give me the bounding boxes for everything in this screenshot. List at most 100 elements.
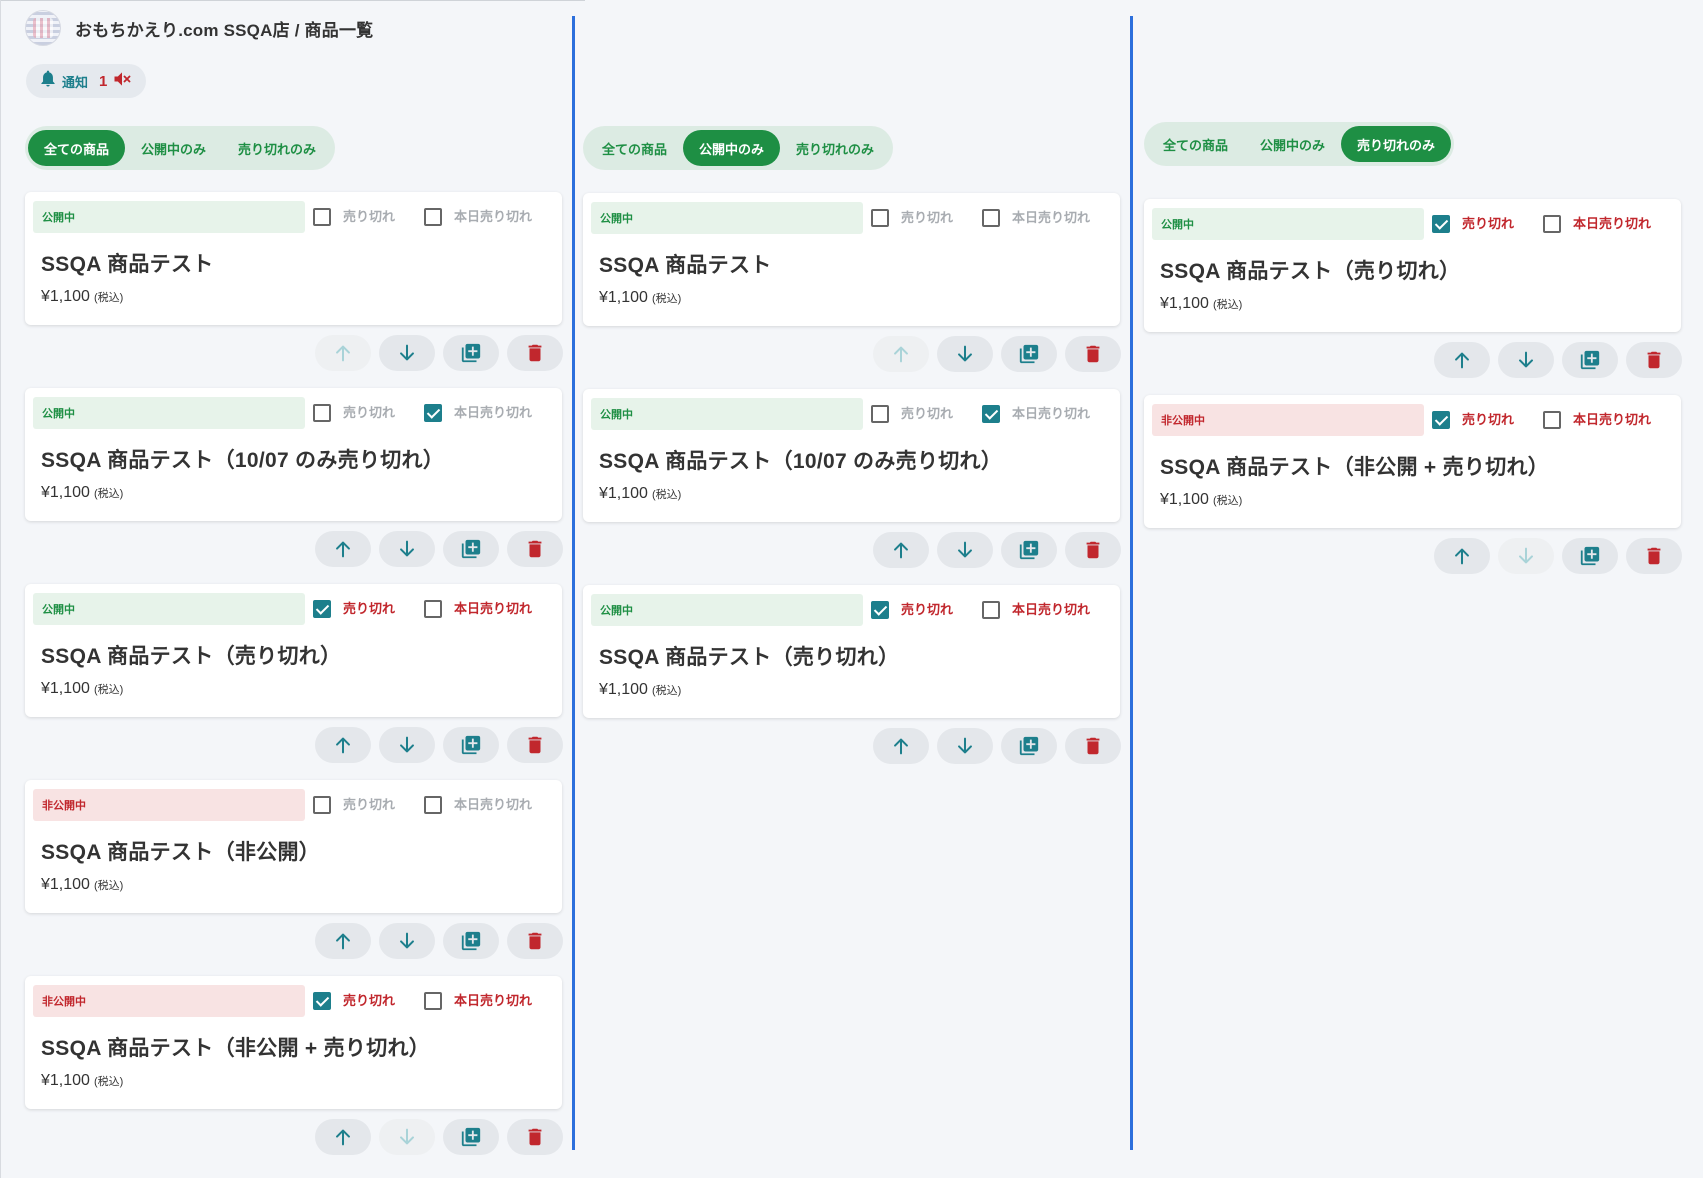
sold-out-checkbox[interactable] [313, 992, 331, 1010]
sold-out-label[interactable]: 売り切れ [901, 209, 953, 227]
sold-out-label[interactable]: 売り切れ [343, 208, 395, 226]
filter-tab-public[interactable]: 公開中のみ [683, 130, 781, 166]
move-down-button[interactable] [379, 727, 435, 763]
sold-out-label[interactable]: 売り切れ [1462, 411, 1514, 429]
duplicate-button[interactable] [1562, 538, 1618, 574]
delete-button[interactable] [1065, 336, 1121, 372]
today-sold-out-label[interactable]: 本日売り切れ [454, 404, 532, 422]
notification-button[interactable]: 通知 1 [26, 64, 147, 98]
today-sold-out-label[interactable]: 本日売り切れ [1012, 209, 1090, 227]
arrow-down-icon [1515, 349, 1537, 371]
delete-button[interactable] [507, 923, 563, 959]
duplicate-button[interactable] [1001, 532, 1057, 568]
filter-tab-soldout[interactable]: 売り切れのみ [780, 130, 890, 166]
price-value: ¥1,100 [41, 680, 90, 697]
product-name: SSQA 商品テスト [41, 253, 214, 276]
move-down-button[interactable] [379, 335, 435, 371]
move-down-button[interactable] [379, 923, 435, 959]
move-down-button[interactable] [937, 532, 993, 568]
today-sold-out-label[interactable]: 本日売り切れ [1573, 215, 1651, 233]
delete-button[interactable] [1065, 728, 1121, 764]
sold-out-label[interactable]: 売り切れ [343, 992, 395, 1010]
sold-out-label[interactable]: 売り切れ [343, 796, 395, 814]
sold-out-checkbox[interactable] [313, 796, 331, 814]
today-sold-out-checkbox[interactable] [982, 601, 1000, 619]
arrow-down-icon [396, 538, 418, 560]
move-up-button[interactable] [315, 727, 371, 763]
today-sold-out-label[interactable]: 本日売り切れ [1573, 411, 1651, 429]
today-sold-out-checkbox[interactable] [424, 208, 442, 226]
shop-avatar[interactable] [25, 10, 61, 46]
move-down-button[interactable] [1498, 342, 1554, 378]
duplicate-button[interactable] [443, 531, 499, 567]
duplicate-button[interactable] [1001, 336, 1057, 372]
move-down-button[interactable] [937, 728, 993, 764]
filter-tab-all[interactable]: 全ての商品 [1147, 126, 1244, 162]
sold-out-checkbox[interactable] [871, 601, 889, 619]
move-down-button[interactable] [937, 336, 993, 372]
filter-tab-all[interactable]: 全ての商品 [586, 130, 683, 166]
duplicate-button[interactable] [443, 727, 499, 763]
sold-out-checkbox[interactable] [1432, 215, 1450, 233]
sold-out-label[interactable]: 売り切れ [1462, 215, 1514, 233]
product-actions [1434, 538, 1682, 574]
today-sold-out-checkbox[interactable] [982, 209, 1000, 227]
delete-button[interactable] [507, 1119, 563, 1155]
move-up-button[interactable] [315, 531, 371, 567]
today-sold-out-label[interactable]: 本日売り切れ [454, 600, 532, 618]
delete-button[interactable] [1626, 538, 1682, 574]
filter-tab-soldout[interactable]: 売り切れのみ [222, 130, 332, 166]
move-down-button[interactable] [379, 531, 435, 567]
today-sold-out-checkbox[interactable] [424, 404, 442, 422]
duplicate-button[interactable] [443, 1119, 499, 1155]
sold-out-checkbox[interactable] [313, 600, 331, 618]
filter-tab-soldout[interactable]: 売り切れのみ [1341, 126, 1452, 162]
move-up-button[interactable] [873, 532, 929, 568]
move-up-button[interactable] [315, 923, 371, 959]
today-sold-out-label[interactable]: 本日売り切れ [454, 992, 532, 1010]
delete-button[interactable] [1626, 342, 1682, 378]
product-actions [873, 532, 1121, 568]
status-badge: 公開中 [591, 594, 863, 626]
delete-button[interactable] [507, 531, 563, 567]
today-sold-out-label[interactable]: 本日売り切れ [454, 796, 532, 814]
delete-button[interactable] [1065, 532, 1121, 568]
sold-out-checkbox[interactable] [313, 208, 331, 226]
sold-out-checkbox[interactable] [871, 209, 889, 227]
today-sold-out-checkbox[interactable] [424, 992, 442, 1010]
sold-out-label[interactable]: 売り切れ [901, 405, 953, 423]
sold-out-checkbox[interactable] [1432, 411, 1450, 429]
move-up-button[interactable] [1434, 342, 1490, 378]
today-sold-out-checkbox[interactable] [1543, 411, 1561, 429]
duplicate-button[interactable] [1001, 728, 1057, 764]
sold-out-label[interactable]: 売り切れ [343, 600, 395, 618]
duplicate-icon [1579, 349, 1601, 371]
today-sold-out-checkbox[interactable] [424, 600, 442, 618]
product-price: ¥1,100 (税込) [1160, 295, 1242, 313]
today-sold-out-label[interactable]: 本日売り切れ [1012, 405, 1090, 423]
filter-tab-public[interactable]: 公開中のみ [125, 130, 222, 166]
today-sold-out-checkbox[interactable] [982, 405, 1000, 423]
today-sold-out-label[interactable]: 本日売り切れ [454, 208, 532, 226]
duplicate-button[interactable] [443, 923, 499, 959]
filter-tab-all[interactable]: 全ての商品 [28, 130, 126, 166]
move-up-button[interactable] [315, 1119, 371, 1155]
move-up-button[interactable] [873, 728, 929, 764]
product-price: ¥1,100 (税込) [41, 1072, 123, 1090]
move-up-button[interactable] [1434, 538, 1490, 574]
today-sold-out-checkbox[interactable] [1543, 215, 1561, 233]
product-name: SSQA 商品テスト（非公開 + 売り切れ） [1160, 456, 1550, 479]
duplicate-button[interactable] [443, 335, 499, 371]
sold-out-label[interactable]: 売り切れ [901, 601, 953, 619]
sold-out-checkbox[interactable] [313, 404, 331, 422]
mute-icon[interactable] [112, 69, 132, 94]
today-sold-out-checkbox[interactable] [424, 796, 442, 814]
filter-tab-public[interactable]: 公開中のみ [1244, 126, 1341, 162]
delete-button[interactable] [507, 727, 563, 763]
arrow-up-icon [332, 734, 354, 756]
duplicate-button[interactable] [1562, 342, 1618, 378]
delete-button[interactable] [507, 335, 563, 371]
today-sold-out-label[interactable]: 本日売り切れ [1012, 601, 1090, 619]
sold-out-checkbox[interactable] [871, 405, 889, 423]
sold-out-label[interactable]: 売り切れ [343, 404, 395, 422]
